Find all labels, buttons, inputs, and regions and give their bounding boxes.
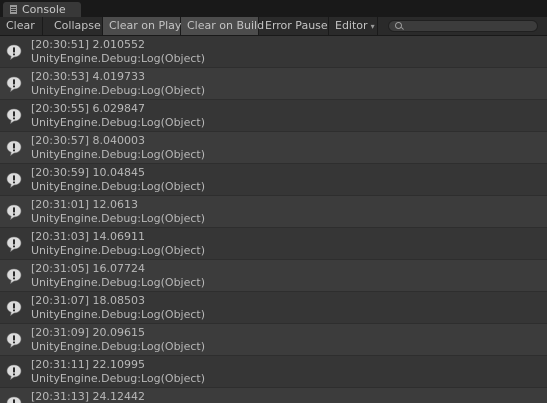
info-message-icon <box>6 300 22 316</box>
log-stack-trace: UnityEngine.Debug:Log(Object) <box>31 116 206 129</box>
log-message: [20:31:01] 12.0613 <box>31 198 138 211</box>
log-stack-trace: UnityEngine.Debug:Log(Object) <box>31 52 206 65</box>
tab-console-label: Console <box>22 3 66 16</box>
info-message-icon <box>6 44 22 60</box>
log-message: [20:31:07] 18.08503 <box>31 294 145 307</box>
log-entry[interactable]: [20:31:07] 18.08503 UnityEngine.Debug:Log… <box>0 292 547 324</box>
console-list-icon <box>10 5 17 14</box>
info-message-icon <box>6 140 22 156</box>
log-message: [20:30:55] 6.029847 <box>31 102 145 115</box>
log-entry[interactable]: [20:30:55] 6.029847 UnityEngine.Debug:Log… <box>0 100 547 132</box>
collapse-toggle[interactable]: Collapse <box>48 17 103 35</box>
log-entry[interactable]: [20:30:57] 8.040003 UnityEngine.Debug:Log… <box>0 132 547 164</box>
editor-dropdown-label: Editor <box>335 19 368 32</box>
log-stack-trace: UnityEngine.Debug:Log(Object) <box>31 212 206 225</box>
log-message: [20:30:51] 2.010552 <box>31 38 145 51</box>
log-message: [20:31:13] 24.12442 <box>31 390 145 403</box>
log-stack-trace: UnityEngine.Debug:Log(Object) <box>31 84 206 97</box>
clear-on-build-toggle[interactable]: Clear on Build <box>181 17 264 35</box>
info-message-icon <box>6 108 22 124</box>
log-message: [20:31:03] 14.06911 <box>31 230 145 243</box>
log-message: [20:31:05] 16.07724 <box>31 262 145 275</box>
log-list: [20:30:51] 2.010552 UnityEngine.Debug:Log… <box>0 36 547 403</box>
log-entry[interactable]: [20:31:03] 14.06911 UnityEngine.Debug:Log… <box>0 228 547 260</box>
info-message-icon <box>6 396 22 403</box>
tab-console[interactable]: Console <box>3 2 81 17</box>
log-stack-trace: UnityEngine.Debug:Log(Object) <box>31 340 206 353</box>
log-message: [20:31:11] 22.10995 <box>31 358 145 371</box>
log-entry[interactable]: [20:31:01] 12.0613 UnityEngine.Debug:Log(… <box>0 196 547 228</box>
log-stack-trace: UnityEngine.Debug:Log(Object) <box>31 148 206 161</box>
info-message-icon <box>6 364 22 380</box>
info-message-icon <box>6 236 22 252</box>
log-entry[interactable]: [20:30:51] 2.010552 UnityEngine.Debug:Log… <box>0 36 547 68</box>
log-entry[interactable]: [20:30:59] 10.04845 UnityEngine.Debug:Log… <box>0 164 547 196</box>
clear-on-play-toggle[interactable]: Clear on Play <box>103 17 181 35</box>
log-message: [20:31:09] 20.09615 <box>31 326 145 339</box>
log-stack-trace: UnityEngine.Debug:Log(Object) <box>31 276 206 289</box>
log-stack-trace: UnityEngine.Debug:Log(Object) <box>31 308 206 321</box>
log-message: [20:30:53] 4.019733 <box>31 70 145 83</box>
console-toolbar: Clear Collapse Clear on Play Clear on Bu… <box>0 17 547 36</box>
log-entry[interactable]: [20:31:13] 24.12442UnityEngine.Debug:Log… <box>0 388 547 403</box>
search-field[interactable] <box>388 20 538 32</box>
error-pause-toggle[interactable]: Error Pause <box>259 17 329 35</box>
tab-bar: Console <box>0 0 547 17</box>
log-entry[interactable]: [20:31:05] 16.07724 UnityEngine.Debug:Log… <box>0 260 547 292</box>
chevron-down-icon: ▾ <box>370 22 375 31</box>
info-message-icon <box>6 172 22 188</box>
log-message: [20:30:59] 10.04845 <box>31 166 145 179</box>
log-entry[interactable]: [20:30:53] 4.019733 UnityEngine.Debug:Log… <box>0 68 547 100</box>
log-stack-trace: UnityEngine.Debug:Log(Object) <box>31 244 206 257</box>
log-message: [20:30:57] 8.040003 <box>31 134 145 147</box>
info-message-icon <box>6 76 22 92</box>
log-entry[interactable]: [20:31:11] 22.10995 UnityEngine.Debug:Log… <box>0 356 547 388</box>
clear-button[interactable]: Clear <box>0 17 43 35</box>
info-message-icon <box>6 268 22 284</box>
log-entry[interactable]: [20:31:09] 20.09615 UnityEngine.Debug:Log… <box>0 324 547 356</box>
info-message-icon <box>6 332 22 348</box>
info-message-icon <box>6 204 22 220</box>
log-stack-trace: UnityEngine.Debug:Log(Object) <box>31 180 206 193</box>
editor-dropdown[interactable]: Editor ▾ <box>329 17 378 35</box>
log-stack-trace: UnityEngine.Debug:Log(Object) <box>31 372 206 385</box>
search-icon <box>395 22 402 29</box>
